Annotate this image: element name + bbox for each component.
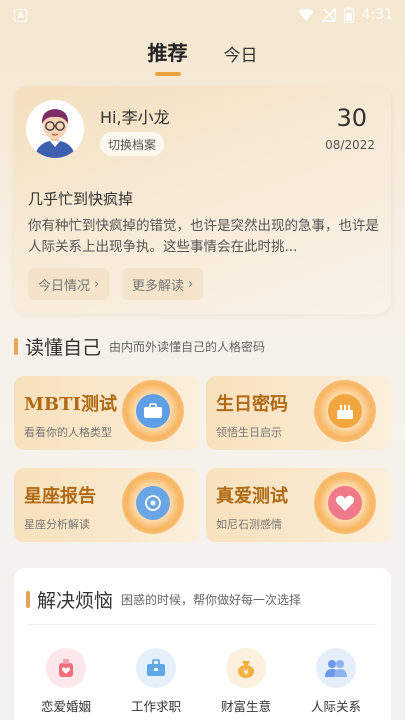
birthday-cake-icon [314,380,376,442]
card-title: 真爱测试 [216,486,288,507]
section-subtitle: 困惑的时候，帮你做好每一次选择 [121,593,302,607]
daily-title: 几乎忙到快疯掉 [28,190,134,208]
heart-icon [314,472,376,534]
no-signal-icon [321,8,336,22]
card-title: 星座报告 [24,486,96,507]
date-day: 30 [336,104,367,132]
today-status-button[interactable]: 今日情况 › [28,268,110,300]
more-readings-label: 更多解读 [132,278,185,294]
true-love-test-card[interactable]: 真爱测试 如尼石测感情 [206,468,392,542]
job-hunting-item[interactable]: 工作求职 [116,648,196,715]
relationships-label: 人际关系 [310,699,361,714]
job-briefcase-icon [136,648,176,688]
section-subtitle: 由内而外读懂自己的人格密码 [109,340,266,354]
card-title: MBTI测试 [24,394,117,415]
understand-section-header: 读懂自己 由内而外读懂自己的人格密码 [14,333,265,360]
daily-fortune-card[interactable]: Hi,李小龙 切换档案 30 08/2022 几乎忙到快疯掉 你有种忙到快疯掉的… [14,86,391,314]
status-time: 4:31 [361,7,393,23]
love-marriage-item[interactable]: 恋爱婚姻 [26,648,106,715]
job-hunting-label: 工作求职 [130,699,181,714]
more-readings-button[interactable]: 更多解读 › [122,268,204,300]
svg-text:¥: ¥ [243,668,249,678]
status-bar: A 4:31 [0,0,405,30]
constellation-report-card[interactable]: 星座报告 星座分析解读 [14,468,200,542]
briefcase-icon [122,380,184,442]
daily-text: 你有种忙到快疯掉的错觉，也许是突然出现的急事，也许是人际关系上出现争执。这些事情… [28,218,379,255]
chevron-right-icon: › [188,276,194,292]
card-subtitle: 看看你的人格类型 [24,426,112,439]
money-bag-icon: ¥ [226,648,266,688]
avatar-illustration [26,100,84,158]
section-title: 解决烦恼 [37,590,114,612]
notification-app-icon: A [14,8,27,22]
card-subtitle: 如尼石测感情 [216,518,282,531]
tab-today[interactable]: 今日 [224,41,258,72]
mbti-test-card[interactable]: MBTI测试 看看你的人格类型 [14,376,200,450]
chevron-right-icon: › [94,276,100,292]
wifi-icon [298,8,314,21]
today-status-label: 今日情况 [38,278,91,294]
card-subtitle: 领悟生日启示 [216,426,282,439]
solve-worries-panel: 解决烦恼 困惑的时候，帮你做好每一次选择 恋爱婚姻 工作求职 ¥ 财富生意 人际… [14,568,391,720]
card-subtitle: 星座分析解读 [24,518,90,531]
divider [28,624,377,625]
wealth-business-item[interactable]: ¥ 财富生意 [206,648,286,715]
love-marriage-label: 恋爱婚姻 [40,699,91,714]
user-greeting: Hi,李小龙 [100,108,170,127]
switch-profile-button[interactable]: 切换档案 [100,132,165,156]
card-title: 生日密码 [216,394,288,415]
solve-section-header: 解决烦恼 困惑的时候，帮你做好每一次选择 [26,586,301,613]
birthday-code-card[interactable]: 生日密码 领悟生日启示 [206,376,392,450]
section-title: 读懂自己 [25,337,102,359]
love-marriage-icon [46,648,86,688]
section-accent-bar [26,591,30,608]
wealth-business-label: 财富生意 [220,699,271,714]
date-month-year: 08/2022 [325,138,375,152]
constellation-icon [122,472,184,534]
people-icon [316,648,356,688]
tab-recommend[interactable]: 推荐 [148,37,188,72]
section-accent-bar [14,338,18,355]
battery-icon [343,7,354,23]
top-tabs: 推荐 今日 [0,38,405,72]
avatar[interactable] [26,100,84,158]
relationships-item[interactable]: 人际关系 [296,648,376,715]
